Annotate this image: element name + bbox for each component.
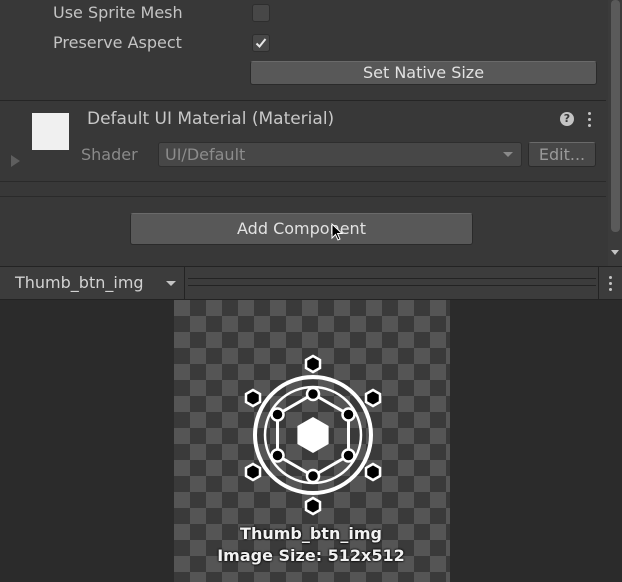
- inspector-scrollbar[interactable]: [608, 0, 622, 266]
- help-icon[interactable]: ?: [560, 112, 574, 126]
- scrollbar-thumb[interactable]: [611, 0, 620, 232]
- material-preview-swatch: [32, 113, 69, 150]
- add-component-button[interactable]: Add Component: [130, 213, 473, 245]
- use-sprite-mesh-checkbox[interactable]: [252, 4, 270, 22]
- chevron-down-icon: [166, 281, 176, 286]
- preview-caption-name: Thumb_btn_img: [240, 524, 382, 543]
- preview-caption-size: Image Size: 512x512: [217, 546, 405, 565]
- preview-title-dropdown[interactable]: Thumb_btn_img: [8, 267, 185, 299]
- preview-header: Thumb_btn_img: [0, 266, 622, 300]
- preview-title: Thumb_btn_img: [15, 273, 144, 292]
- preview-resize-handle[interactable]: [188, 278, 596, 286]
- use-sprite-mesh-label: Use Sprite Mesh: [53, 3, 183, 22]
- set-native-size-button[interactable]: Set Native Size: [250, 61, 597, 85]
- preserve-aspect-label: Preserve Aspect: [53, 33, 182, 52]
- kebab-menu-icon[interactable]: [587, 111, 593, 129]
- checkmark-icon: [255, 38, 267, 48]
- shader-label: Shader: [81, 145, 138, 164]
- material-title: Default UI Material (Material): [87, 109, 335, 129]
- preview-menu-icon[interactable]: [608, 275, 614, 293]
- dropdown-arrow-icon: [503, 152, 513, 157]
- foldout-arrow-icon[interactable]: [11, 155, 20, 167]
- mouse-cursor-icon: [331, 223, 344, 241]
- image-preview: Thumb_btn_img Image Size: 512x512: [0, 300, 622, 582]
- shader-value: UI/Default: [165, 145, 246, 164]
- scroll-down-arrow-icon[interactable]: [611, 250, 619, 255]
- edit-shader-button[interactable]: Edit...: [528, 142, 596, 167]
- thumb-button-sprite-icon: [244, 354, 382, 516]
- preserve-aspect-checkbox[interactable]: [252, 34, 270, 52]
- shader-dropdown[interactable]: UI/Default: [158, 142, 522, 167]
